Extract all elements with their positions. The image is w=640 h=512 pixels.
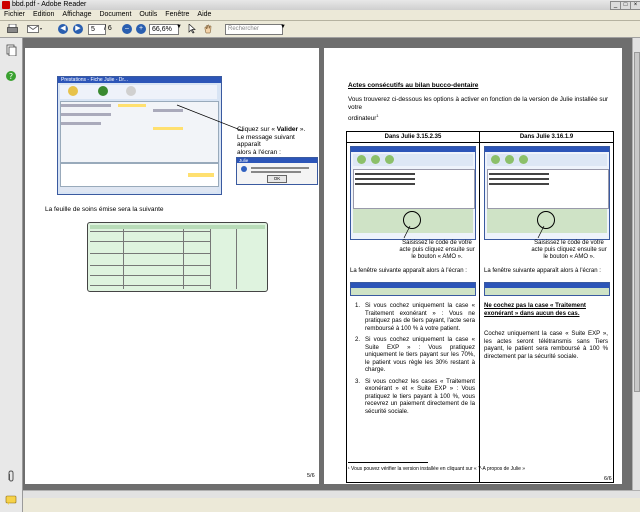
document-view[interactable]: Prestations - Fiche Julie - Dr... Clique… xyxy=(23,38,632,490)
callout-arrow xyxy=(176,104,244,132)
col2-note-warning: Ne cochez pas la case « Traitement exoné… xyxy=(484,302,586,317)
page-total: / 6 xyxy=(104,25,112,32)
menu-affichage[interactable]: Affichage xyxy=(58,10,95,20)
email-icon xyxy=(27,25,42,33)
julie-window-title: Prestations - Fiche Julie - Dr... xyxy=(58,77,221,83)
footnote-separator xyxy=(348,462,428,463)
menu-fichier[interactable]: Fichier xyxy=(0,10,29,20)
col1-caption: Saisissez le code de votre acte puis cli… xyxy=(397,240,477,262)
status-bar xyxy=(23,498,640,512)
col2-caption-line2: acte puis cliquez ensuite sur xyxy=(531,247,607,254)
col2-note-instruction: Cochez uniquement la case « Suite EXP »,… xyxy=(484,330,608,360)
zoom-level-field[interactable]: 66,6% xyxy=(149,24,179,35)
col1-caption-arrow xyxy=(403,225,411,239)
col2-header: Dans Julie 3.16.1.9 xyxy=(480,132,613,143)
col1-header: Dans Julie 3.15.2.35 xyxy=(347,132,479,143)
page-5: Prestations - Fiche Julie - Dr... Clique… xyxy=(25,48,319,484)
menu-outils[interactable]: Outils xyxy=(135,10,161,20)
print-button[interactable] xyxy=(6,23,18,35)
col1-amo-window-screenshot xyxy=(350,282,476,296)
col1-option-3: 3. Si vous cochez les cases « Traitement … xyxy=(355,377,475,415)
menu-bar: Fichier Edition Affichage Document Outils Fen… xyxy=(0,10,640,21)
hand-tool-button[interactable] xyxy=(202,23,214,35)
col1-caption-line2: acte puis cliquez ensuite sur xyxy=(399,247,475,254)
plus-icon: + xyxy=(136,24,146,34)
search-input[interactable]: Rechercher xyxy=(225,24,283,35)
window-title: bbd.pdf - Adobe Reader xyxy=(12,1,87,8)
intro-line1: Vous trouverez ci-dessous les options à … xyxy=(348,96,609,111)
menu-document[interactable]: Document xyxy=(95,10,135,20)
cursor-icon xyxy=(188,24,196,34)
printer-icon xyxy=(6,24,18,33)
next-page-button[interactable]: ▶ xyxy=(72,23,84,35)
julie-prestations-screenshot: Prestations - Fiche Julie - Dr... xyxy=(57,76,222,195)
toolbar: ◀ ▶ 5 / 6 – + 66,6% ▼ Rechercher ▼ xyxy=(0,21,640,38)
callout-line2: Le message suivant apparaît xyxy=(237,133,295,149)
hand-icon xyxy=(204,24,212,34)
section-heading: Actes consécutifs au bilan bucco-dentair… xyxy=(348,82,479,89)
col2-amo-window-screenshot xyxy=(484,282,610,296)
page-number-5: 5/6 xyxy=(307,473,315,479)
version-comparison-table: Dans Julie 3.15.2.35 Dans Julie 3.16.1.9… xyxy=(346,131,614,483)
col2-caption-line3: le bouton « AMO ». xyxy=(543,254,595,261)
zoom-out-button[interactable]: – xyxy=(121,23,133,35)
col2-caption-line1: Saisissez le code de votre xyxy=(534,240,604,246)
comments-icon[interactable] xyxy=(5,494,17,506)
sheet-caption: La feuille de soins émise sera la suivan… xyxy=(45,206,164,213)
share-button[interactable] xyxy=(26,23,44,35)
select-tool-button[interactable] xyxy=(186,23,198,35)
col2-caption-arrow xyxy=(537,225,545,239)
menu-edition[interactable]: Edition xyxy=(29,10,58,20)
footnote-ref: 1 xyxy=(376,113,379,118)
pages-icon[interactable] xyxy=(5,44,17,56)
scrollbar-thumb[interactable] xyxy=(634,52,640,392)
navigation-panel: ? xyxy=(0,38,23,512)
care-sheet-image xyxy=(87,222,268,292)
svg-text:?: ? xyxy=(9,72,13,81)
adobe-reader-icon xyxy=(2,1,10,9)
menu-fenetre[interactable]: Fenêtre xyxy=(161,10,193,20)
intro-text: Vous trouverez ci-dessous les options à … xyxy=(348,96,622,123)
col1-option-2: 2. Si vous cochez uniquement la case « Su… xyxy=(355,336,475,373)
callout-line3: alors à l'écran : xyxy=(237,148,281,156)
callout-line1-end: ». xyxy=(298,126,306,133)
message-box-title: Julie xyxy=(237,158,317,163)
arrow-right-icon: ▶ xyxy=(73,24,83,34)
footnote-text: ¹ Vous pouvez vérifier la version instal… xyxy=(348,466,526,472)
close-button[interactable]: × xyxy=(630,1,640,10)
previous-page-button[interactable]: ◀ xyxy=(57,23,69,35)
col1-window-text: La fenêtre suivante apparaît alors à l'é… xyxy=(350,268,467,274)
page-6: Actes consécutifs au bilan bucco-dentair… xyxy=(324,48,622,484)
minus-icon: – xyxy=(122,24,132,34)
zoom-in-button[interactable]: + xyxy=(135,23,147,35)
valider-word: Valider xyxy=(276,126,299,133)
page-number-6: 6/6 xyxy=(604,476,612,482)
intro-line2: ordinateur xyxy=(348,115,377,123)
zoom-dropdown-icon[interactable]: ▼ xyxy=(176,24,182,30)
col1-option-1: 1. Si vous cochez uniquement la case « Tr… xyxy=(355,302,475,332)
col1-caption-line3: le bouton « AMO ». xyxy=(411,254,463,261)
help-icon[interactable]: ? xyxy=(5,70,17,82)
col2-window-text: La fenêtre suivante apparaît alors à l'é… xyxy=(484,268,601,274)
callout-line1-text: Cliquez sur « xyxy=(237,126,277,133)
col1-options-list: 1. Si vous cochez uniquement la case « Tr… xyxy=(355,302,475,415)
arrow-left-icon: ◀ xyxy=(58,24,68,34)
valider-callout: Cliquez sur « Valider ». Le message suiv… xyxy=(237,126,319,156)
col1-caption-line1: Saisissez le code de votre xyxy=(402,240,472,246)
attachment-icon[interactable] xyxy=(5,470,17,482)
message-box-screenshot: Julie OK xyxy=(236,157,318,185)
vertical-scrollbar[interactable] xyxy=(632,38,640,490)
col2-caption: Saisissez le code de votre acte puis cli… xyxy=(529,240,609,262)
menu-aide[interactable]: Aide xyxy=(193,10,215,20)
message-ok-button: OK xyxy=(267,175,287,183)
search-dropdown-icon[interactable]: ▼ xyxy=(280,24,286,30)
